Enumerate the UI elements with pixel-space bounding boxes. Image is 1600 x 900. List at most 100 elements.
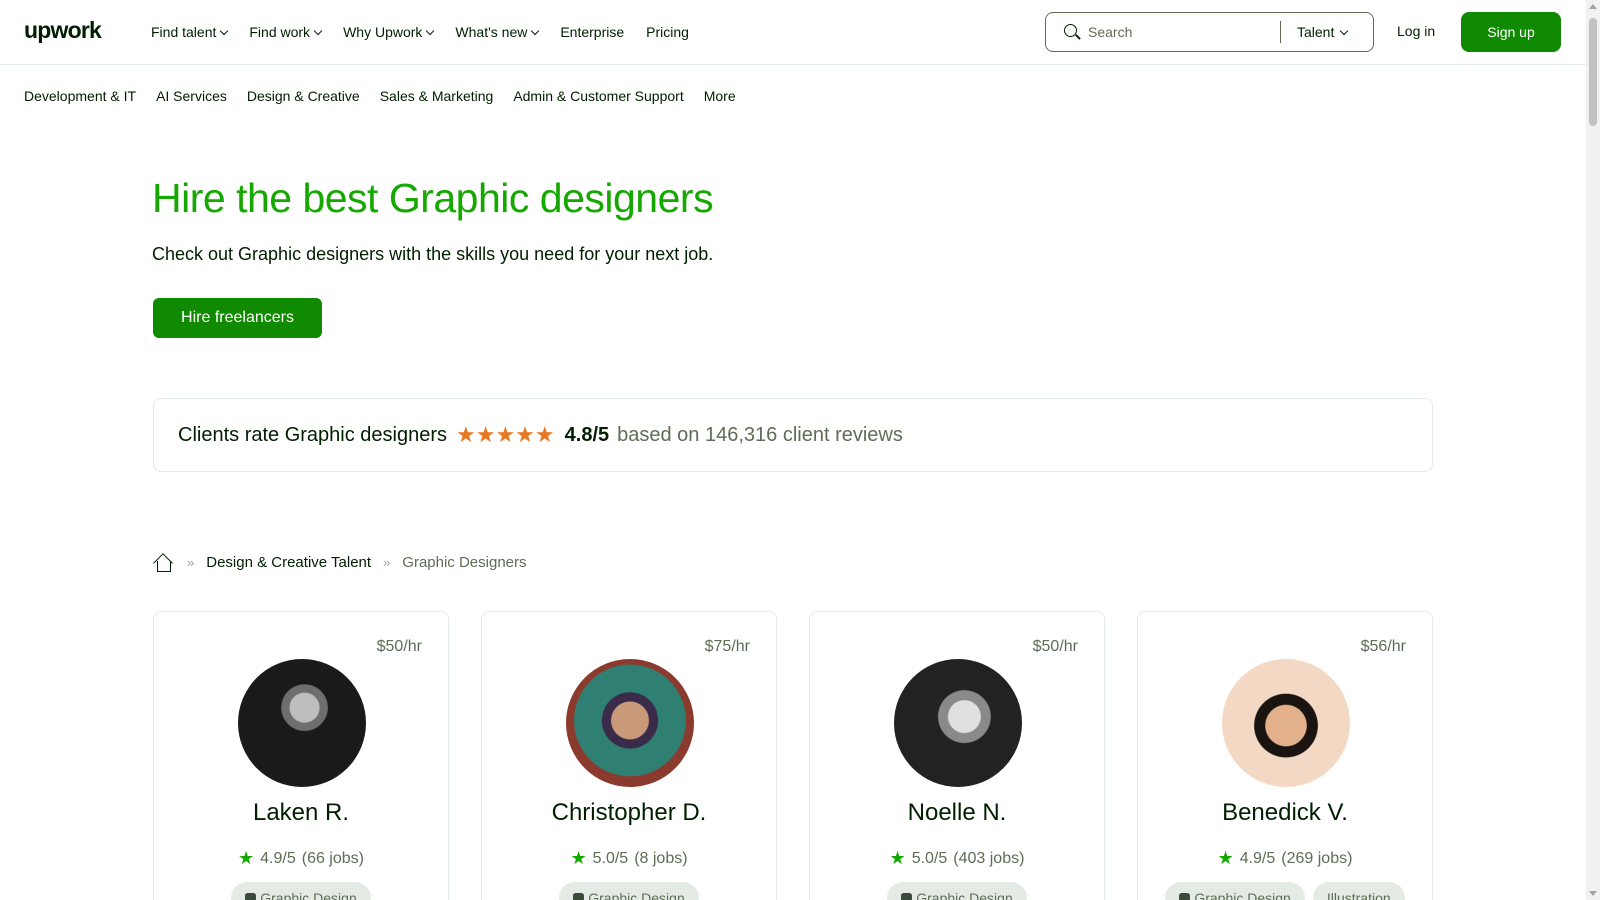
freelancer-card[interactable]: $50/hr Noelle N. ★ 5.0/5 (403 jobs) Grap… <box>809 611 1105 900</box>
star-icon: ★ <box>238 848 255 868</box>
rating-score: 4.9/5 <box>1239 849 1276 867</box>
hourly-rate: $56/hr <box>1360 638 1406 655</box>
login-link[interactable]: Log in <box>1397 23 1435 39</box>
search-scope-dropdown[interactable]: Talent <box>1281 24 1349 40</box>
category-design-creative[interactable]: Design & Creative <box>247 88 360 104</box>
top-rated-badge-icon <box>245 892 257 900</box>
scroll-down-arrow-icon[interactable] <box>1589 891 1597 896</box>
search-scope-label: Talent <box>1297 24 1335 40</box>
rating-score: 5.0/5 <box>592 849 629 867</box>
hourly-rate: $50/hr <box>376 638 422 655</box>
freelancer-name[interactable]: Christopher D. <box>482 799 776 827</box>
freelancer-rating: ★ 4.9/5 (269 jobs) <box>1138 848 1432 869</box>
rating-reviews: based on 146,316 client reviews <box>617 423 903 446</box>
nav-find-work[interactable]: Find work <box>238 24 332 40</box>
category-development-it[interactable]: Development & IT <box>24 88 136 104</box>
nav-find-talent[interactable]: Find talent <box>140 24 238 40</box>
skill-tags: Graphic Design Illustration <box>1138 882 1432 900</box>
category-admin-support[interactable]: Admin & Customer Support <box>513 88 683 104</box>
avatar[interactable] <box>894 659 1022 787</box>
star-icon: ★ <box>570 848 587 868</box>
skill-tags: Graphic Design <box>154 882 448 900</box>
avatar[interactable] <box>566 659 694 787</box>
star-rating-icons: ★★★★★ <box>456 422 555 447</box>
rating-label: Clients rate Graphic designers <box>178 423 448 446</box>
scroll-up-arrow-icon[interactable] <box>1589 4 1597 9</box>
rating-score: 4.9/5 <box>260 849 296 867</box>
hire-freelancers-button[interactable]: Hire freelancers <box>153 298 322 338</box>
skill-tag-label: Illustration <box>1326 890 1391 900</box>
home-icon[interactable] <box>153 552 175 573</box>
signup-button[interactable]: Sign up <box>1461 12 1561 52</box>
freelancer-card[interactable]: $50/hr Laken R. ★ 4.9/5 (66 jobs) Graphi… <box>153 611 449 900</box>
scroll-thumb[interactable] <box>1589 18 1597 126</box>
rating-score: 5.0/5 <box>911 849 948 867</box>
star-icon: ★ <box>1217 848 1234 868</box>
freelancer-name[interactable]: Benedick V. <box>1138 799 1432 827</box>
breadcrumb-design-creative[interactable]: Design & Creative Talent <box>206 554 371 571</box>
nav-find-talent-label: Find talent <box>151 24 217 40</box>
nav-why-upwork-label: Why Upwork <box>343 24 423 40</box>
freelancer-rating: ★ 4.9/5 (66 jobs) <box>154 848 448 869</box>
freelancer-card[interactable]: $75/hr Christopher D. ★ 5.0/5 (8 jobs) G… <box>481 611 777 900</box>
nav-why-upwork[interactable]: Why Upwork <box>332 24 444 40</box>
breadcrumb: » Design & Creative Talent » Graphic Des… <box>153 552 527 573</box>
breadcrumb-separator: » <box>187 554 195 570</box>
jobs-count: (269 jobs) <box>1281 849 1353 867</box>
category-ai-services[interactable]: AI Services <box>156 88 227 104</box>
freelancer-rating: ★ 5.0/5 (8 jobs) <box>482 848 776 869</box>
chevron-down-icon <box>220 26 229 35</box>
jobs-count: (66 jobs) <box>301 849 364 867</box>
top-rated-badge-icon <box>573 892 585 900</box>
page-scrollbar[interactable] <box>1586 0 1600 900</box>
skill-tag[interactable]: Illustration <box>1312 882 1405 900</box>
hero-subtitle: Check out Graphic designers with the ski… <box>152 244 714 264</box>
top-rated-badge-icon <box>901 892 913 900</box>
skill-tag-label: Graphic Design <box>588 890 685 900</box>
search-icon[interactable] <box>1064 24 1081 40</box>
chevron-down-icon <box>531 26 540 35</box>
skill-tag[interactable]: Graphic Design <box>231 882 371 900</box>
upwork-logo[interactable]: upwork <box>24 17 102 44</box>
chevron-down-icon <box>313 26 323 35</box>
nav-pricing[interactable]: Pricing <box>635 24 700 40</box>
nav-enterprise[interactable]: Enterprise <box>549 24 635 40</box>
skill-tag[interactable]: Graphic Design <box>559 882 699 900</box>
search-input[interactable] <box>1088 24 1278 40</box>
breadcrumb-separator: » <box>383 554 391 570</box>
breadcrumb-current: Graphic Designers <box>402 553 527 571</box>
top-header: upwork Find talent Find work Why Upwork … <box>0 0 1586 65</box>
avatar[interactable] <box>1222 659 1350 787</box>
category-more[interactable]: More <box>704 88 736 104</box>
category-nav: Development & IT AI Services Design & Cr… <box>24 88 736 104</box>
freelancer-rating: ★ 5.0/5 (403 jobs) <box>810 848 1104 869</box>
category-sales-marketing[interactable]: Sales & Marketing <box>380 88 494 104</box>
rating-value: 4.8/5 <box>564 423 610 446</box>
nav-pricing-label: Pricing <box>646 24 689 40</box>
jobs-count: (8 jobs) <box>634 849 688 867</box>
skill-tag-label: Graphic Design <box>260 890 357 900</box>
hourly-rate: $50/hr <box>1032 638 1078 655</box>
skill-tags: Graphic Design <box>482 882 776 900</box>
hourly-rate: $75/hr <box>704 638 750 655</box>
nav-whats-new[interactable]: What's new <box>444 24 549 40</box>
nav-enterprise-label: Enterprise <box>560 24 625 40</box>
main-nav: Find talent Find work Why Upwork What's … <box>140 0 700 64</box>
nav-whats-new-label: What's new <box>455 24 528 40</box>
hero-title: Hire the best Graphic designers <box>152 175 714 221</box>
skill-tag[interactable]: Graphic Design <box>1165 882 1305 900</box>
freelancer-name[interactable]: Noelle N. <box>810 799 1104 827</box>
star-icon: ★ <box>889 848 906 868</box>
freelancer-card[interactable]: $56/hr Benedick V. ★ 4.9/5 (269 jobs) Gr… <box>1137 611 1433 900</box>
skill-tag-label: Graphic Design <box>916 890 1013 900</box>
avatar[interactable] <box>238 659 366 787</box>
jobs-count: (403 jobs) <box>953 849 1025 867</box>
skill-tags: Graphic Design <box>810 882 1104 900</box>
nav-find-work-label: Find work <box>249 24 311 40</box>
freelancer-name[interactable]: Laken R. <box>154 799 448 827</box>
skill-tag-label: Graphic Design <box>1194 890 1291 900</box>
rating-summary: Clients rate Graphic designers ★★★★★ 4.8… <box>153 398 1433 472</box>
chevron-down-icon <box>426 26 435 35</box>
search-bar: Talent <box>1045 12 1374 52</box>
skill-tag[interactable]: Graphic Design <box>887 882 1027 900</box>
